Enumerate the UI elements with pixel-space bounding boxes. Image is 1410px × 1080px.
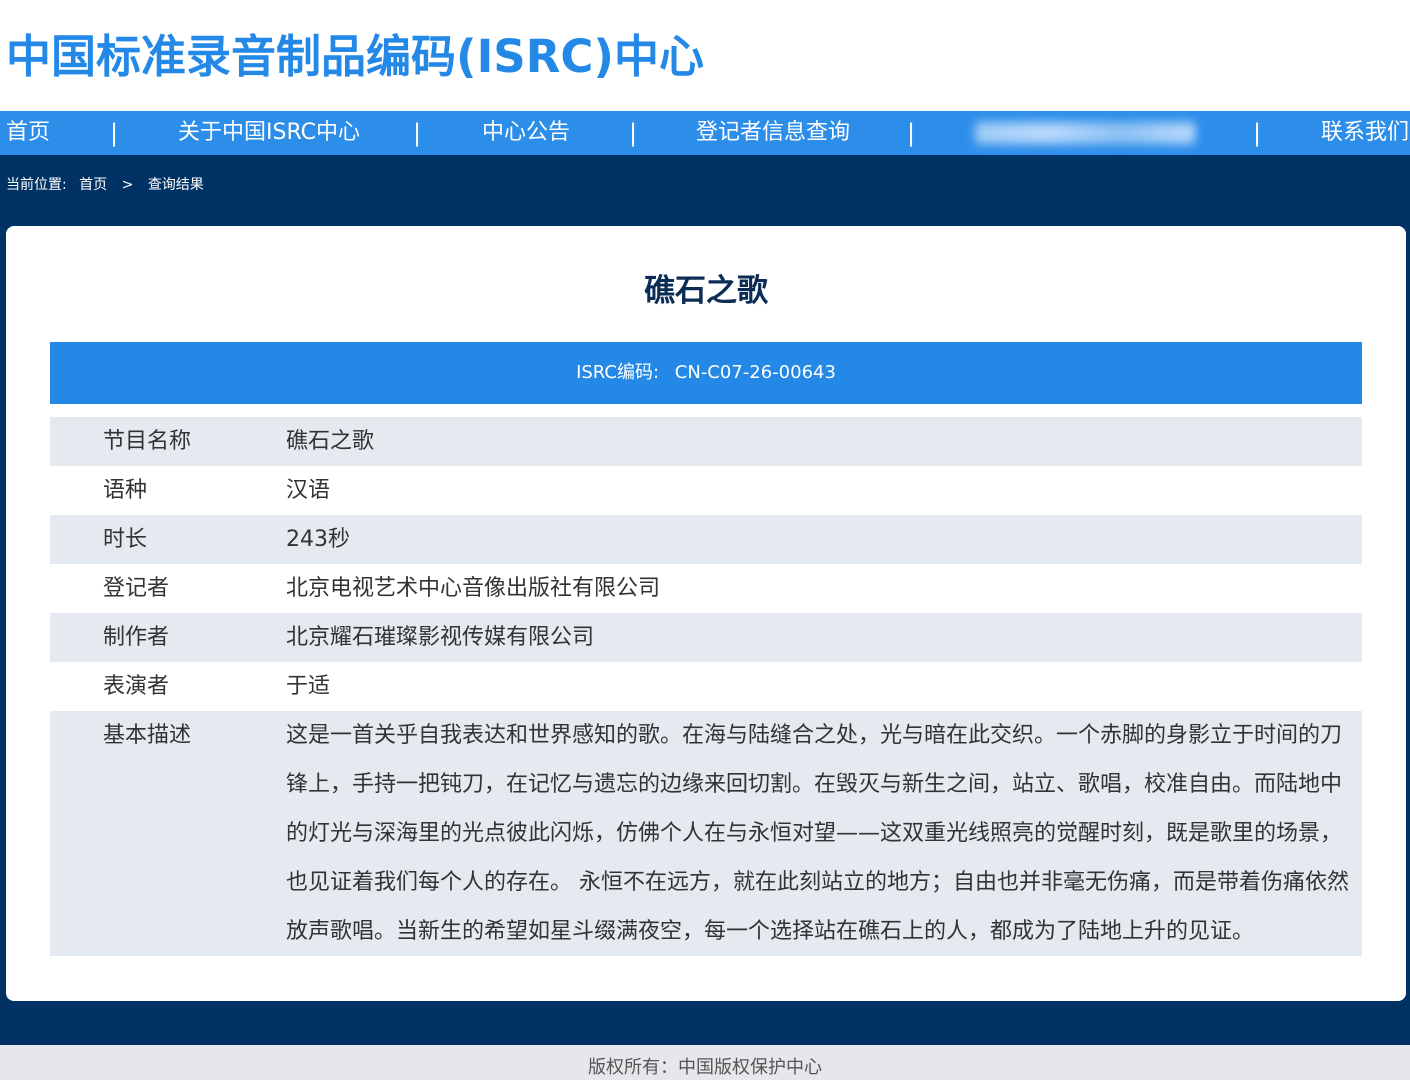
page-footer: 版权所有：中国版权保护中心: [0, 1045, 1410, 1080]
nav-separator: |: [110, 119, 119, 147]
table-row: 表演者 于适: [50, 662, 1362, 711]
table-row: 登记者 北京电视艺术中心音像出版社有限公司: [50, 564, 1362, 613]
field-label-performer: 表演者: [50, 662, 286, 711]
field-value-registrant: 北京电视艺术中心音像出版社有限公司: [286, 564, 1362, 613]
nav-separator: |: [907, 119, 916, 147]
field-value-language: 汉语: [286, 466, 1362, 515]
blurred-label: [975, 122, 1195, 144]
record-card: 礁石之歌 ISRC编码: CN-C07-26-00643 节目名称 礁石之歌 语…: [6, 226, 1406, 1001]
table-row: 节目名称 礁石之歌: [50, 417, 1362, 466]
record-info-table: 节目名称 礁石之歌 语种 汉语 时长 243秒 登记者 北京电视艺术中心音像出版…: [50, 417, 1362, 956]
field-label-duration: 时长: [50, 515, 286, 564]
field-value-title: 礁石之歌: [286, 417, 1362, 466]
breadcrumb-home-link[interactable]: 首页: [79, 177, 107, 193]
nav-contact[interactable]: 联系我们: [1321, 111, 1409, 155]
field-value-producer: 北京耀石璀璨影视传媒有限公司: [286, 613, 1362, 662]
nav-home[interactable]: 首页: [6, 111, 50, 155]
field-label-title: 节目名称: [50, 417, 286, 466]
table-row: 语种 汉语: [50, 466, 1362, 515]
nav-obscured-item[interactable]: [975, 111, 1195, 155]
record-title: 礁石之歌: [644, 273, 768, 309]
field-label-registrant: 登记者: [50, 564, 286, 613]
breadcrumb-current: 查询结果: [147, 177, 204, 193]
nav-separator: |: [629, 119, 638, 147]
isrc-code-bar: ISRC编码: CN-C07-26-00643: [50, 342, 1362, 404]
field-label-producer: 制作者: [50, 613, 286, 662]
site-title[interactable]: 中国标准录音制品编码(ISRC)中心: [6, 28, 704, 86]
field-value-performer: 于适: [286, 662, 1362, 711]
table-row: 时长 243秒: [50, 515, 1362, 564]
isrc-code: CN-C07-26-00643: [674, 362, 836, 383]
nav-about[interactable]: 关于中国ISRC中心: [178, 111, 360, 155]
breadcrumb: 当前位置: 首页 > 查询结果: [6, 175, 204, 195]
main-area: 当前位置: 首页 > 查询结果 礁石之歌 ISRC编码: CN-C07-26-0…: [0, 155, 1410, 1045]
isrc-label: ISRC编码:: [576, 362, 660, 383]
nav-announcements[interactable]: 中心公告: [482, 111, 570, 155]
site-header: 中国标准录音制品编码(ISRC)中心: [0, 0, 1410, 111]
table-row: 制作者 北京耀石璀璨影视传媒有限公司: [50, 613, 1362, 662]
field-label-language: 语种: [50, 466, 286, 515]
breadcrumb-prefix: 当前位置:: [6, 177, 67, 193]
main-nav: 首页 | 关于中国ISRC中心 | 中心公告 | 登记者信息查询 | | 联系我…: [0, 111, 1410, 155]
field-label-description: 基本描述: [50, 711, 286, 956]
breadcrumb-separator: >: [121, 177, 134, 193]
nav-separator: |: [1253, 119, 1262, 147]
field-value-duration: 243秒: [286, 515, 1362, 564]
nav-separator: |: [413, 119, 422, 147]
copyright-text: 版权所有：中国版权保护中心: [588, 1057, 822, 1078]
table-row: 基本描述 这是一首关乎自我表达和世界感知的歌。在海与陆缝合之处，光与暗在此交织。…: [50, 711, 1362, 956]
field-value-description: 这是一首关乎自我表达和世界感知的歌。在海与陆缝合之处，光与暗在此交织。一个赤脚的…: [286, 711, 1362, 956]
nav-registrant-search[interactable]: 登记者信息查询: [696, 111, 850, 155]
page: 中国标准录音制品编码(ISRC)中心 首页 | 关于中国ISRC中心 | 中心公…: [0, 0, 1410, 1080]
